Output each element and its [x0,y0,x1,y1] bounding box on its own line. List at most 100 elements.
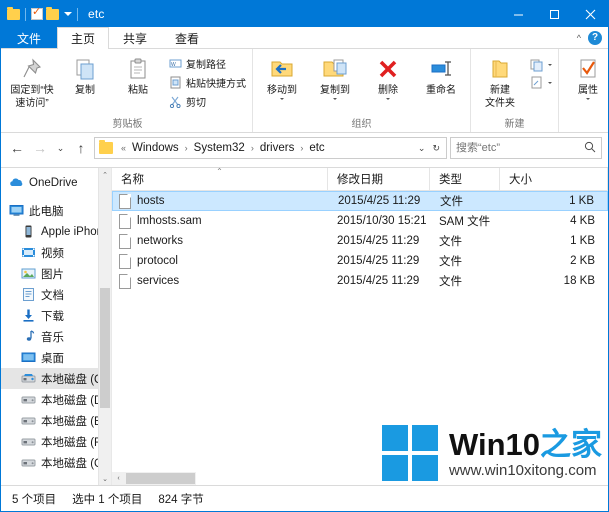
search-icon[interactable] [584,141,596,156]
paste-button[interactable]: 粘贴 [112,53,164,96]
new-folder-button[interactable]: 新建 文件夹 [474,53,526,109]
tab-share[interactable]: 共享 [109,27,161,48]
table-row[interactable]: services 2015/4/25 11:29 文件 18 KB [112,271,608,291]
chevron-down-icon[interactable] [586,98,590,100]
table-row[interactable]: networks 2015/4/25 11:29 文件 1 KB [112,231,608,251]
sidebar-item-5[interactable]: 文档 [1,284,111,305]
sidebar-item-2[interactable]: Apple iPhone [1,221,111,242]
address-bar: ← → ⌄ ↑ « Windows › System32 › drivers ›… [1,133,608,163]
cut-label: 剪切 [186,98,206,109]
properties-button[interactable]: 属性 [562,53,608,100]
tab-view[interactable]: 查看 [161,27,213,48]
close-button[interactable] [572,1,608,27]
move-to-button[interactable]: 移动到 [256,53,308,100]
column-header-type[interactable]: 类型 [430,168,500,191]
sidebar-item-4[interactable]: 图片 [1,263,111,284]
tab-file[interactable]: 文件 [1,27,58,48]
column-header-name[interactable]: ⌃ 名称 [112,168,328,191]
refresh-icon[interactable]: ↻ [432,143,440,154]
properties-icon[interactable] [31,5,43,20]
breadcrumb-system32[interactable]: System32 [193,142,246,154]
scroll-up-button[interactable]: ⌃ [99,168,111,181]
delete-button[interactable]: 删除 [362,53,414,100]
divider [77,7,78,21]
window-title: etc [88,7,105,21]
tab-home[interactable]: 主页 [57,27,110,49]
rename-button[interactable]: 重命名 [415,53,467,96]
desktop-icon [21,350,36,365]
chevron-down-icon[interactable]: ⌄ [418,143,426,154]
customize-dropdown-icon[interactable] [64,12,72,16]
back-button[interactable]: ← [7,137,27,159]
cell-size: 1 KB [570,235,595,247]
sidebar-item-7[interactable]: 音乐 [1,326,111,347]
chevron-down-icon[interactable] [280,98,284,100]
breadcrumb-separator[interactable]: › [248,143,257,153]
address-input[interactable]: « Windows › System32 › drivers › etc ⌄ ↻ [94,137,447,159]
recent-locations-button[interactable]: ⌄ [53,137,68,159]
file-list-pane: ⌃ 名称 修改日期 类型 大小 hosts 2015/4/25 11:29 文件 1 … [112,168,608,485]
cell-type: 文件 [440,196,463,208]
cell-size: 18 KB [563,275,595,287]
pin-to-quick-access-button[interactable]: 固定到“快 速访问” [6,53,58,109]
table-row[interactable]: protocol 2015/4/25 11:29 文件 2 KB [112,251,608,271]
cell-size: 1 KB [569,195,594,207]
file-icon [119,273,131,289]
scrollbar-thumb[interactable] [100,288,110,408]
new-item-button[interactable] [527,57,555,73]
new-folder-icon[interactable] [46,6,59,20]
cell-name: protocol [112,253,328,269]
scroll-left-button[interactable]: ‹ [112,475,125,482]
rename-icon [428,55,454,83]
sidebar-item-3[interactable]: 视频 [1,242,111,263]
navigation-scrollbar[interactable]: ⌃ ⌄ [98,168,111,485]
search-input[interactable] [456,142,584,154]
up-button[interactable]: ↑ [71,137,91,159]
chevron-down-icon[interactable] [548,82,552,84]
breadcrumb-separator[interactable]: › [182,143,191,153]
scrollbar-thumb[interactable] [126,473,195,484]
copy-path-button[interactable]: W 复制路径 [165,55,249,72]
sidebar-item-12[interactable]: 本地磁盘 (F:) [1,431,111,452]
cut-button[interactable]: 剪切 [165,93,249,110]
folder-icon[interactable] [7,6,20,20]
sidebar-item-6[interactable]: 下载 [1,305,111,326]
collapse-ribbon-icon[interactable]: ^ [577,33,581,43]
sidebar-item-8[interactable]: 桌面 [1,347,111,368]
copy-button[interactable]: 复制 [59,53,111,96]
breadcrumb-windows[interactable]: Windows [131,142,180,154]
paste-shortcut-button[interactable]: 粘贴快捷方式 [165,74,249,91]
sidebar-item-13[interactable]: 本地磁盘 (G:) [1,452,111,473]
scroll-down-button[interactable]: ⌄ [99,472,111,485]
search-box[interactable] [450,137,602,159]
cell-date: 2015/4/25 11:29 [337,255,420,267]
chevron-down-icon[interactable] [386,98,390,100]
breadcrumb-etc[interactable]: etc [308,142,325,154]
forward-button[interactable]: → [30,137,50,159]
ribbon-group-organize: 移动到 复制到 删除 重命名 组织 [253,49,471,132]
chevron-down-icon[interactable] [548,64,552,66]
breadcrumb-drivers[interactable]: drivers [259,142,296,154]
easy-access-button[interactable] [527,75,555,91]
cell-type: SAM 文件 [439,216,491,228]
sidebar-item-0[interactable]: OneDrive [1,172,111,193]
file-list-horizontal-scrollbar[interactable]: ‹ [112,472,196,485]
sidebar-item-10[interactable]: 本地磁盘 (D:) [1,389,111,410]
minimize-button[interactable] [500,1,536,27]
sidebar-item-9[interactable]: 本地磁盘 (C:) [1,368,111,389]
column-header-size[interactable]: 大小 [500,168,608,191]
table-row[interactable]: lmhosts.sam 2015/10/30 15:21 SAM 文件 4 KB [112,211,608,231]
sidebar-item-1[interactable]: 此电脑 [1,200,111,221]
breadcrumb-separator[interactable]: › [297,143,306,153]
ribbon-group-label-open: 打开 [562,118,608,132]
chevron-down-icon[interactable] [333,98,337,100]
table-row[interactable]: hosts 2015/4/25 11:29 文件 1 KB [112,191,608,211]
maximize-button[interactable] [536,1,572,27]
copy-to-button[interactable]: 复制到 [309,53,361,100]
column-header-date[interactable]: 修改日期 [328,168,430,191]
file-name-label: lmhosts.sam [137,215,202,227]
cell-size: 4 KB [570,215,595,227]
help-icon[interactable]: ? [588,31,602,45]
sidebar-item-11[interactable]: 本地磁盘 (E:) [1,410,111,431]
svg-text:W: W [171,62,176,68]
